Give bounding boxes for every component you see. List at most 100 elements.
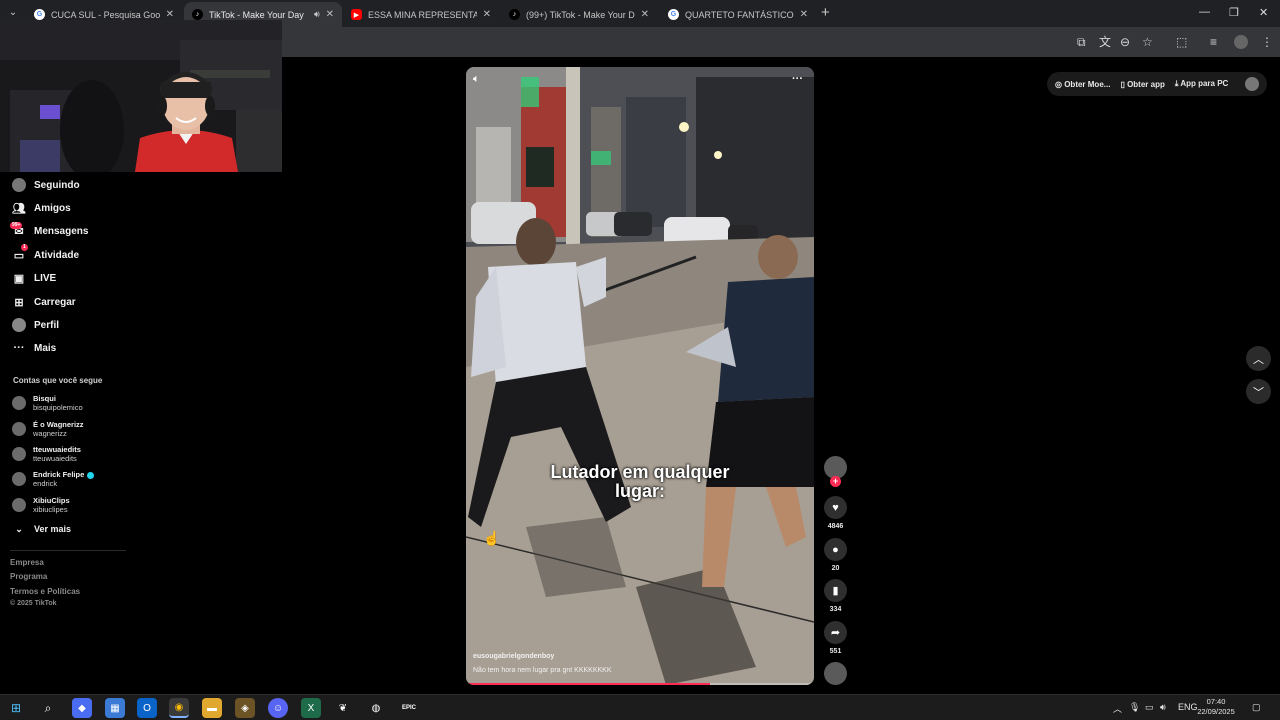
pc-app-button[interactable]: ⤓ App para PC (1175, 79, 1228, 89)
close-icon[interactable]: ✕ (166, 9, 174, 20)
webcam-feed-image (0, 20, 282, 172)
list-item[interactable]: Endrick Felipe endrick (12, 470, 95, 488)
translate-icon[interactable]: 文 (1099, 35, 1111, 49)
copilot-app[interactable]: ◆ (72, 698, 92, 718)
folder-icon: ▬ (207, 702, 217, 714)
browser-menu-icon[interactable]: ⋮ (1261, 35, 1273, 49)
live-icon: ▣ (13, 272, 25, 285)
sidebar-item-amigos[interactable]: 👥︎ Amigos (12, 198, 71, 218)
volume-tray-icon[interactable]: 🔊︎ (1160, 702, 1166, 713)
restore-icon[interactable]: ❐ (1229, 6, 1239, 19)
video-progress-bar[interactable] (466, 683, 814, 685)
get-app-button[interactable]: ▯ Obter app (1120, 80, 1164, 89)
discord-icon: ☺ (272, 702, 284, 714)
list-item[interactable]: XibiuClips xibiuclipes (12, 496, 70, 514)
discord-app[interactable]: ☺ (268, 698, 288, 718)
game-app[interactable]: ◈ (235, 698, 255, 718)
save-button[interactable]: ▮ (824, 579, 847, 602)
sidebar-divider (10, 550, 126, 551)
activity-icon: ▭ 1 (13, 244, 28, 262)
tab-quarteto[interactable]: G QUARTETO FANTÁSTICO - Pesq ✕ (660, 2, 816, 27)
like-button[interactable]: ♥ (824, 496, 847, 519)
video-caption: Lutador em qualquer lugar: (466, 463, 814, 501)
reading-list-icon[interactable]: ≡ (1210, 35, 1217, 49)
bookmark-star-icon[interactable]: ☆ (1142, 35, 1153, 49)
list-item[interactable]: Bisqui bisquipolemico (12, 394, 83, 412)
tray-overflow-icon[interactable]: ︿ (1113, 702, 1122, 715)
list-item[interactable]: É o Wagnerizz wagnerizz (12, 420, 84, 438)
tab-title: TikTok - Make Your Day (209, 9, 304, 20)
close-icon[interactable]: ✕ (800, 9, 808, 20)
app-icon-10[interactable]: ❦ (333, 698, 353, 718)
share-button[interactable]: ➦ (824, 621, 847, 644)
more-options-icon[interactable]: ··· (792, 73, 803, 85)
cast-icon[interactable]: ⧉ (1077, 35, 1086, 49)
excel-app[interactable]: X (301, 698, 321, 718)
game-icon: ◈ (241, 702, 249, 714)
minimize-icon[interactable]: — (1199, 6, 1210, 18)
chrome-app[interactable]: ◉ (169, 698, 189, 718)
footer-link-programa[interactable]: Programa (10, 572, 47, 581)
sidebar-item-mais[interactable]: ··· Mais (12, 338, 57, 358)
account-handle: endrick (33, 479, 58, 488)
notifications-icon[interactable]: ▢ (1252, 702, 1261, 713)
avatar (12, 498, 26, 512)
get-app-label: Obter app (1127, 79, 1165, 89)
sidebar-item-live[interactable]: ▣ LIVE (12, 268, 56, 288)
tab-youtube[interactable]: ▶ ESSA MINA REPRESENTA - TÁ T ✕ (343, 2, 499, 27)
speaker-icon[interactable]: 🔊︎ (314, 9, 320, 20)
close-icon[interactable]: ✕ (326, 9, 334, 20)
outlook-icon: O (143, 702, 151, 714)
tab-title: ESSA MINA REPRESENTA - TÁ T (368, 9, 477, 20)
share-icon: ➦ (830, 627, 841, 639)
sidebar-item-atividade[interactable]: ▭ 1 Atividade (12, 244, 80, 265)
new-tab-button[interactable]: + (821, 5, 830, 21)
sidebar-item-label: Atividade (34, 249, 80, 261)
follow-plus-icon[interactable]: + (830, 476, 841, 487)
window-close-icon[interactable]: ✕ (1259, 6, 1268, 19)
previous-video-button[interactable]: ︿ (1246, 346, 1271, 371)
network-icon[interactable]: ▭ (1145, 702, 1154, 713)
store-app[interactable]: ▦ (105, 698, 125, 718)
profile-avatar-icon[interactable] (1234, 35, 1248, 49)
sidebar-item-label: Amigos (34, 202, 71, 214)
account-handle: bisquipolemico (33, 403, 83, 412)
footer-link-empresa[interactable]: Empresa (10, 558, 44, 567)
footer-link-termos[interactable]: Termos e Políticas (10, 587, 80, 596)
comment-count: 20 (831, 565, 840, 572)
zoom-icon[interactable]: ⊖ (1120, 35, 1130, 49)
heart-icon: ♥ (832, 501, 839, 514)
music-disc-avatar[interactable] (824, 662, 847, 685)
volume-icon[interactable]: 🔈︎ (473, 73, 480, 86)
close-icon[interactable]: ✕ (483, 9, 491, 20)
sidebar-item-mensagens[interactable]: ✉ 99+ Mensagens (10, 221, 88, 241)
close-icon[interactable]: ✕ (641, 9, 649, 20)
microphone-icon[interactable]: 🎙︎ (1129, 702, 1140, 713)
share-count: 551 (829, 648, 842, 655)
user-avatar[interactable] (1245, 77, 1259, 91)
comment-button[interactable]: ● (824, 538, 847, 561)
obs-app[interactable]: ◍ (366, 698, 386, 718)
video-player[interactable]: 🔈︎ ··· Lutador em qualquer lugar: eusoug… (466, 67, 814, 685)
outlook-app[interactable]: O (137, 698, 157, 718)
sidebar-item-carregar[interactable]: ⊞ Carregar (12, 292, 75, 312)
get-coins-button[interactable]: ◎ Obter Moe... (1055, 80, 1110, 89)
next-video-button[interactable]: ﹀ (1246, 379, 1271, 404)
system-clock[interactable]: 07:40 22/09/2025 (1196, 697, 1236, 717)
following-accounts-title: Contas que você segue (13, 376, 103, 385)
comment-icon: ● (832, 543, 839, 556)
video-author[interactable]: eusougabrielgondenboy (473, 653, 554, 660)
epic-games-app[interactable]: EPIC (399, 698, 419, 718)
file-explorer-app[interactable]: ▬ (202, 698, 222, 718)
sidebar-item-perfil[interactable]: Perfil (12, 315, 59, 335)
list-item[interactable]: tteuwuaiedits tteuwuaiedits (12, 445, 81, 463)
start-button[interactable]: ⊞ (6, 698, 26, 718)
language-indicator[interactable]: ENG (1178, 702, 1198, 712)
search-button[interactable]: ⌕ (38, 698, 58, 718)
sidebar-item-seguindo[interactable]: Seguindo (12, 175, 80, 195)
messages-icon: ✉ 99+ (10, 222, 24, 238)
friends-icon: 👥︎ (12, 202, 26, 215)
see-more-button[interactable]: ⌄ Ver mais (12, 519, 71, 539)
tab-tiktok-2[interactable]: ♪ (99+) TikTok - Make Your Day ✕ (501, 2, 657, 27)
extensions-icon[interactable]: ⬚ (1176, 35, 1187, 49)
